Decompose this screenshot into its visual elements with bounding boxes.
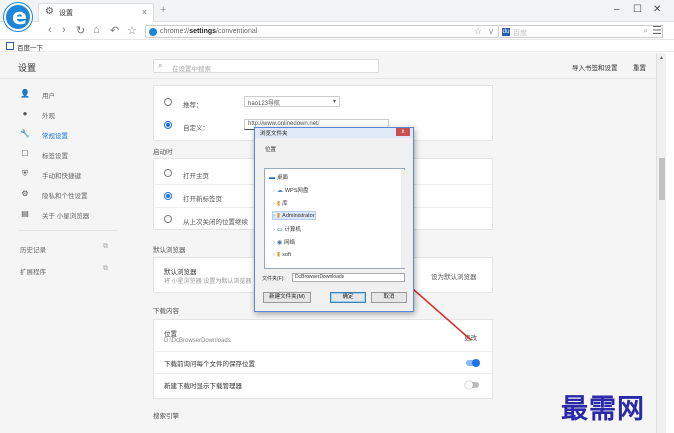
folder-input[interactable]: DcBrowserDownloads [292,273,405,282]
dialog-title: 浏览文件夹 [260,131,288,137]
tree-node-wps[interactable]: › ☁ WPS网盘 [273,186,308,194]
library-icon: ▮ [276,201,281,207]
dialog-titlebar: 浏览文件夹 x [255,128,413,138]
tree-scrollbar[interactable] [401,170,405,268]
tree-node-soft[interactable]: › ▮ soft [273,251,291,258]
folder-label: 文件夹(F): [262,276,285,282]
user-folder-icon: ▮ [276,213,281,219]
browse-folder-dialog: 浏览文件夹 x 位置 ▬ 桌面 › ☁ WPS网盘 › ▮ 库 › ▮ Administrat… [254,127,414,312]
tree-node-library[interactable]: › ▮ 库 [273,199,288,207]
tree-node-administrator[interactable]: › ▮ Administrator [272,211,316,220]
watermark: 最需网 [561,394,645,425]
folder-icon: ▮ [276,252,281,258]
computer-icon: ▭ [276,227,283,233]
network-icon: ◉ [276,240,283,246]
desktop-icon: ▬ [269,175,275,181]
cloud-icon: ☁ [276,188,283,194]
browser-logo-icon [4,3,32,31]
folder-tree[interactable]: ▬ 桌面 › ☁ WPS网盘 › ▮ 库 › ▮ Administrator › ▭ 计算机 › ◉… [264,168,405,269]
tree-node-desktop[interactable]: ▬ 桌面 [269,173,288,181]
dialog-description: 位置 [265,147,277,153]
tree-node-computer[interactable]: › ▭ 计算机 [273,225,301,233]
cancel-button[interactable]: 取消 [371,292,407,303]
ok-button[interactable]: 确定 [330,292,366,303]
tree-node-network[interactable]: › ◉ 网络 [273,238,295,246]
dialog-close-button[interactable]: x [396,128,410,136]
new-folder-button[interactable]: 新建文件夹(M) [263,292,311,303]
